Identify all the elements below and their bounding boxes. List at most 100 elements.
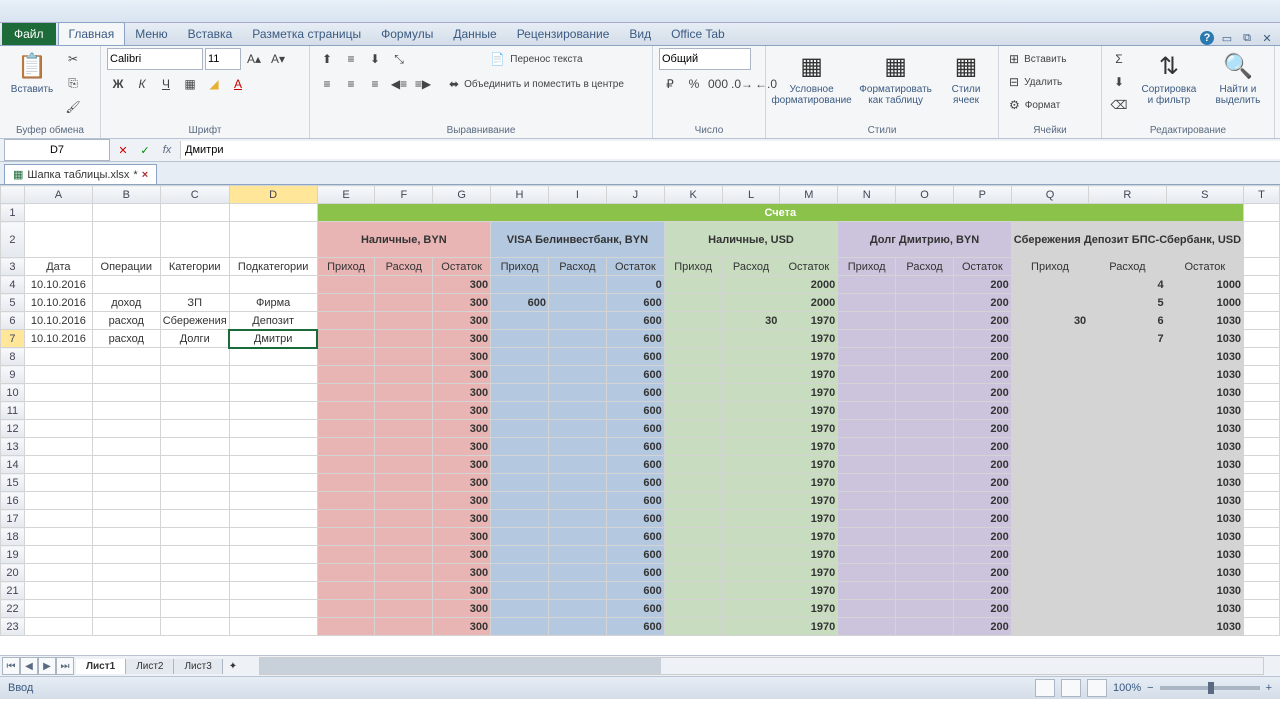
cell-J8[interactable]: 600 bbox=[606, 348, 664, 366]
cell-I4[interactable] bbox=[548, 276, 606, 294]
cell-F9[interactable] bbox=[375, 366, 433, 384]
cell-F16[interactable] bbox=[375, 492, 433, 510]
cell-L12[interactable] bbox=[722, 420, 780, 438]
cell-J9[interactable]: 600 bbox=[606, 366, 664, 384]
increase-font-button[interactable]: A▴ bbox=[243, 48, 265, 70]
cell-O9[interactable] bbox=[896, 366, 954, 384]
cell-M15[interactable]: 1970 bbox=[780, 474, 838, 492]
cell-J22[interactable]: 600 bbox=[606, 600, 664, 618]
cell-Q7[interactable] bbox=[1011, 330, 1088, 348]
enter-formula-button[interactable]: ✓ bbox=[136, 141, 154, 159]
cell-F13[interactable] bbox=[375, 438, 433, 456]
cell-P20[interactable]: 200 bbox=[953, 564, 1011, 582]
cell-Q16[interactable] bbox=[1011, 492, 1088, 510]
cell-R12[interactable] bbox=[1089, 420, 1166, 438]
cell-O15[interactable] bbox=[896, 474, 954, 492]
column-header-M[interactable]: M bbox=[780, 186, 838, 204]
cell-K18[interactable] bbox=[664, 528, 722, 546]
cell-P16[interactable]: 200 bbox=[953, 492, 1011, 510]
autosum-button[interactable]: Σ bbox=[1108, 48, 1130, 70]
sheet-tab-1[interactable]: Лист1 bbox=[76, 659, 126, 674]
cell-M12[interactable]: 1970 bbox=[780, 420, 838, 438]
cell-M4[interactable]: 2000 bbox=[780, 276, 838, 294]
cell-E12[interactable] bbox=[317, 420, 375, 438]
cell-M9[interactable]: 1970 bbox=[780, 366, 838, 384]
cell-P21[interactable]: 200 bbox=[953, 582, 1011, 600]
cell-F17[interactable] bbox=[375, 510, 433, 528]
row-header-23[interactable]: 23 bbox=[1, 618, 25, 636]
cell-G18[interactable]: 300 bbox=[433, 528, 491, 546]
cell-R21[interactable] bbox=[1089, 582, 1166, 600]
zoom-slider[interactable] bbox=[1160, 686, 1260, 690]
delete-cells-button[interactable]: ⊟Удалить bbox=[1005, 71, 1066, 93]
sheet-tab-2[interactable]: Лист2 bbox=[126, 659, 174, 674]
tab-review[interactable]: Рецензирование bbox=[507, 23, 620, 45]
cell-I18[interactable] bbox=[548, 528, 606, 546]
cell-M16[interactable]: 1970 bbox=[780, 492, 838, 510]
cell-D4[interactable] bbox=[229, 276, 317, 294]
cell-P23[interactable]: 200 bbox=[953, 618, 1011, 636]
cell-I11[interactable] bbox=[548, 402, 606, 420]
cell-N6[interactable] bbox=[838, 312, 896, 330]
cell-B7[interactable]: расход bbox=[92, 330, 160, 348]
cell-K9[interactable] bbox=[664, 366, 722, 384]
cell-I15[interactable] bbox=[548, 474, 606, 492]
increase-decimal-button[interactable]: .0→ bbox=[731, 73, 753, 95]
column-header-A[interactable]: A bbox=[24, 186, 92, 204]
new-sheet-button[interactable]: ✦ bbox=[223, 661, 243, 672]
cell-I13[interactable] bbox=[548, 438, 606, 456]
cell-K7[interactable] bbox=[664, 330, 722, 348]
cell-S12[interactable]: 1030 bbox=[1166, 420, 1243, 438]
cell-I10[interactable] bbox=[548, 384, 606, 402]
italic-button[interactable]: К bbox=[131, 73, 153, 95]
cell-A5[interactable]: 10.10.2016 bbox=[24, 294, 92, 312]
cell-E9[interactable] bbox=[317, 366, 375, 384]
cell-K10[interactable] bbox=[664, 384, 722, 402]
cell-J4[interactable]: 0 bbox=[606, 276, 664, 294]
cell-Q4[interactable] bbox=[1011, 276, 1088, 294]
formula-input[interactable] bbox=[180, 141, 1280, 159]
cell-N16[interactable] bbox=[838, 492, 896, 510]
clear-button[interactable]: ⌫ bbox=[1108, 94, 1130, 116]
cell-H19[interactable] bbox=[491, 546, 549, 564]
cell-R6[interactable]: 6 bbox=[1089, 312, 1166, 330]
cell-C4[interactable] bbox=[160, 276, 229, 294]
cell-B4[interactable] bbox=[92, 276, 160, 294]
cell-K4[interactable] bbox=[664, 276, 722, 294]
cell-O7[interactable] bbox=[896, 330, 954, 348]
row-header-7[interactable]: 7 bbox=[1, 330, 25, 348]
cell-N9[interactable] bbox=[838, 366, 896, 384]
zoom-out-button[interactable]: − bbox=[1147, 682, 1153, 694]
cell-I14[interactable] bbox=[548, 456, 606, 474]
cell-N20[interactable] bbox=[838, 564, 896, 582]
cell-M19[interactable]: 1970 bbox=[780, 546, 838, 564]
tab-office[interactable]: Office Tab bbox=[661, 23, 735, 45]
cell-M22[interactable]: 1970 bbox=[780, 600, 838, 618]
cell-E20[interactable] bbox=[317, 564, 375, 582]
cell-I12[interactable] bbox=[548, 420, 606, 438]
cell-N17[interactable] bbox=[838, 510, 896, 528]
cell-O13[interactable] bbox=[896, 438, 954, 456]
column-header-R[interactable]: R bbox=[1089, 186, 1166, 204]
cell-G6[interactable]: 300 bbox=[433, 312, 491, 330]
format-cells-button[interactable]: ⚙Формат bbox=[1005, 94, 1064, 116]
decrease-font-button[interactable]: A▾ bbox=[267, 48, 289, 70]
cell-S14[interactable]: 1030 bbox=[1166, 456, 1243, 474]
cell-R15[interactable] bbox=[1089, 474, 1166, 492]
cell-I6[interactable] bbox=[548, 312, 606, 330]
cell-R17[interactable] bbox=[1089, 510, 1166, 528]
cell-P18[interactable]: 200 bbox=[953, 528, 1011, 546]
cell-L15[interactable] bbox=[722, 474, 780, 492]
name-box[interactable] bbox=[4, 139, 110, 161]
cell-I16[interactable] bbox=[548, 492, 606, 510]
align-center-button[interactable]: ≡ bbox=[340, 73, 362, 95]
cell-H4[interactable] bbox=[491, 276, 549, 294]
cell-J16[interactable]: 600 bbox=[606, 492, 664, 510]
row-header-11[interactable]: 11 bbox=[1, 402, 25, 420]
cell-N7[interactable] bbox=[838, 330, 896, 348]
cell-F20[interactable] bbox=[375, 564, 433, 582]
cell-P9[interactable]: 200 bbox=[953, 366, 1011, 384]
cell-F14[interactable] bbox=[375, 456, 433, 474]
tab-file[interactable]: Файл bbox=[2, 23, 56, 45]
cell-J12[interactable]: 600 bbox=[606, 420, 664, 438]
